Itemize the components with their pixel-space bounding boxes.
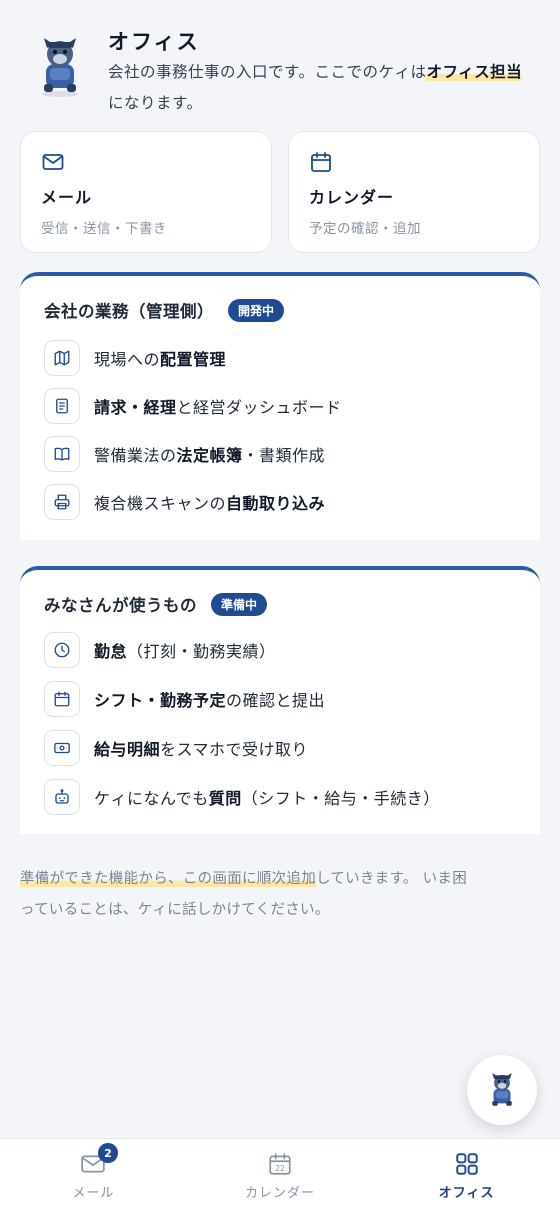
tab-label: オフィス xyxy=(438,1186,495,1201)
panel-title: みなさんが使うもの xyxy=(44,596,197,615)
item-emphasis: 給与明細 xyxy=(94,740,161,759)
panel-title: 会社の業務（管理側） xyxy=(44,302,214,321)
calendar-day: 22 xyxy=(275,1164,285,1173)
status-badge: 準備中 xyxy=(211,592,268,616)
printer-icon xyxy=(54,494,70,510)
calendar-icon: 22 xyxy=(269,1153,291,1175)
intro-text-end: になります。 xyxy=(108,94,203,112)
item-text: 複合機スキャンの xyxy=(94,494,227,513)
staff-tools-panel: みなさんが使うもの 準備中 勤怠（打刻・勤務実績） シフト・勤務予定の確認と提出… xyxy=(20,566,540,834)
document-icon xyxy=(56,398,68,414)
list-item-scan: 複合機スキャンの自動取り込み xyxy=(44,484,325,520)
item-emphasis: シフト・勤務予定 xyxy=(94,691,227,710)
money-icon xyxy=(54,742,70,754)
page-title: オフィス xyxy=(108,29,200,54)
item-emphasis: 請求・経理 xyxy=(94,398,177,417)
tab-label: カレンダー xyxy=(245,1186,316,1201)
unread-count-badge: 2 xyxy=(98,1143,118,1163)
book-icon xyxy=(54,447,70,461)
item-emphasis: 質問 xyxy=(208,789,242,808)
item-emphasis: 配置管理 xyxy=(160,350,227,369)
page-intro: 会社の事務仕事の入口です。ここでのケィはオフィス担当になります。 xyxy=(108,56,538,119)
list-item-deployment: 現場への配置管理 xyxy=(44,340,226,376)
tab-mail[interactable]: 2 メール xyxy=(0,1139,187,1212)
map-icon xyxy=(54,350,70,366)
info-note: 準備ができた機能から、この画面に順次追加していきます。 いま困っていることは、ケ… xyxy=(20,864,470,926)
tab-calendar[interactable]: 22 カレンダー xyxy=(187,1139,374,1212)
list-item-ask: ケィになんでも質問（シフト・給与・手続き） xyxy=(44,779,440,815)
item-text: 警備業法の xyxy=(94,446,177,465)
item-emphasis: 自動取り込み xyxy=(226,494,326,513)
status-badge: 開発中 xyxy=(228,298,285,322)
item-text: ・書類作成 xyxy=(242,446,326,465)
calendar-icon xyxy=(311,152,331,172)
intro-text: 会社の事務仕事の入口です。ここでのケィは xyxy=(108,63,427,81)
item-text: （打刻・勤務実績） xyxy=(127,642,276,661)
ask-kei-button[interactable] xyxy=(467,1055,537,1125)
bottom-tab-bar: 2 メール 22 カレンダー オフィス xyxy=(0,1138,560,1212)
mail-card[interactable]: メール 受信・送信・下書き xyxy=(20,131,272,253)
page-header: オフィス 会社の事務仕事の入口です。ここでのケィはオフィス担当になります。 xyxy=(20,22,540,118)
item-emphasis: 勤怠 xyxy=(94,642,128,661)
list-item-shift: シフト・勤務予定の確認と提出 xyxy=(44,681,325,717)
card-title: メール xyxy=(41,188,93,207)
card-subtitle: 受信・送信・下書き xyxy=(41,221,167,237)
item-text: をスマホで受け取り xyxy=(160,740,309,759)
mascot-avatar xyxy=(42,38,78,97)
card-title: カレンダー xyxy=(309,188,395,207)
list-item-ledger: 警備業法の法定帳簿・書類作成 xyxy=(44,436,325,472)
item-text: と経営ダッシュボード xyxy=(176,398,342,417)
list-item-attendance: 勤怠（打刻・勤務実績） xyxy=(44,632,276,668)
calendar-icon xyxy=(54,691,70,707)
item-emphasis: 法定帳簿 xyxy=(176,446,243,465)
clock-icon xyxy=(54,642,70,658)
item-text: （シフト・給与・手続き） xyxy=(241,789,440,808)
grid-icon xyxy=(455,1153,478,1175)
intro-highlight: オフィス担当 xyxy=(426,62,523,81)
list-item-billing: 請求・経理と経営ダッシュボード xyxy=(44,388,342,424)
card-subtitle: 予定の確認・追加 xyxy=(309,221,421,237)
company-tasks-panel: 会社の業務（管理側） 開発中 現場への配置管理 請求・経理と経営ダッシュボード … xyxy=(20,272,540,540)
list-item-payslip: 給与明細をスマホで受け取り xyxy=(44,730,308,766)
mascot-icon xyxy=(492,1073,512,1106)
mail-icon xyxy=(42,154,64,170)
robot-icon xyxy=(55,789,69,804)
note-highlight: 準備ができた機能から、この画面に順次追加 xyxy=(20,871,316,887)
item-text: の確認と提出 xyxy=(226,691,326,710)
tab-office[interactable]: オフィス xyxy=(373,1139,560,1212)
calendar-card[interactable]: カレンダー 予定の確認・追加 xyxy=(288,131,540,253)
item-text: ケィになんでも xyxy=(94,789,209,808)
tab-label: メール xyxy=(72,1186,115,1201)
item-text: 現場への xyxy=(94,350,161,369)
